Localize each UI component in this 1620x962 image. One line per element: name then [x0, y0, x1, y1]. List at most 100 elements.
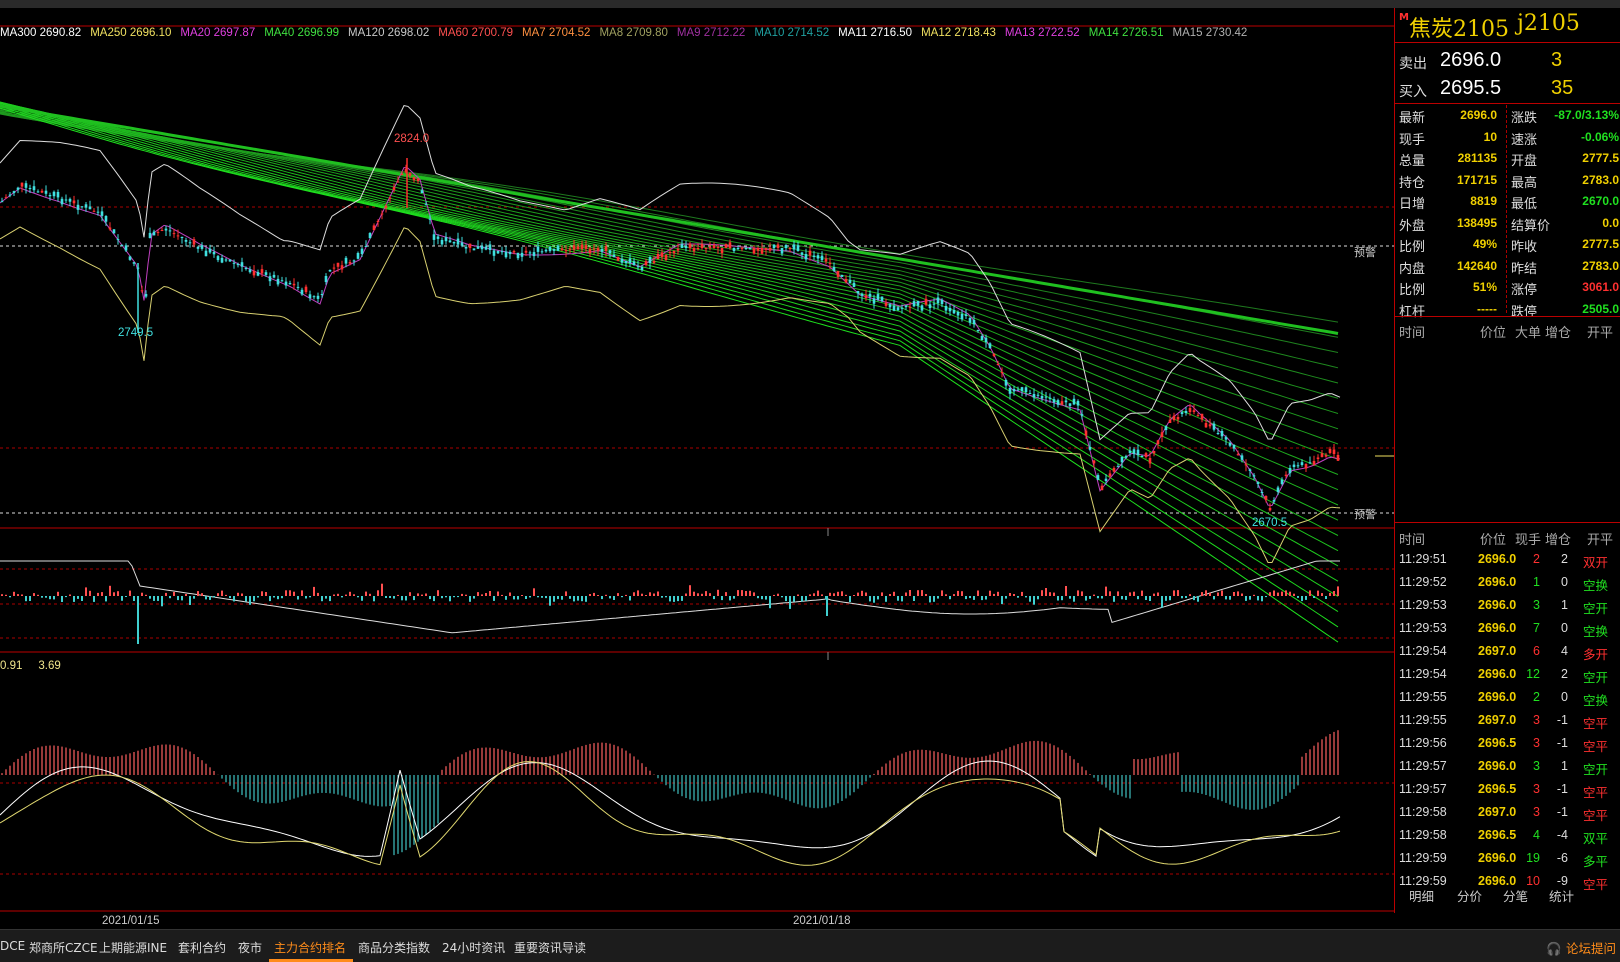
- tab-main-contract-ranking[interactable]: 主力合约排名: [274, 939, 346, 956]
- quote-value: 2783.0: [1582, 172, 1619, 187]
- buy-row[interactable]: 买入 2695.5 35: [1395, 75, 1620, 103]
- candle-body: [680, 244, 684, 248]
- tick-type: 多开: [1583, 648, 1609, 662]
- forum-ask-link[interactable]: 🎧 论坛提问: [1546, 938, 1616, 957]
- candle-body: [828, 263, 832, 264]
- volume-bar: [409, 592, 411, 596]
- volume-bar: [165, 592, 167, 596]
- ma-legend-item: MA7 2704.52: [522, 27, 591, 39]
- ma-legend-item: MA8 2709.80: [599, 27, 668, 39]
- tick-row[interactable]: 11:29:59 2696.0 19 -6 多平: [1395, 847, 1620, 870]
- volume-bar: [509, 592, 511, 596]
- candle-body: [896, 307, 900, 311]
- candle-body: [260, 269, 264, 274]
- volume-bar: [521, 595, 523, 596]
- candle-body: [432, 234, 436, 240]
- tab-dce[interactable]: DCE: [0, 939, 25, 953]
- tick-row[interactable]: 11:29:56 2696.5 3 -1 空平: [1395, 732, 1620, 755]
- tab-ine[interactable]: 上期能源INE: [99, 939, 167, 956]
- tick-row[interactable]: 11:29:57 2696.0 3 1 空开: [1395, 755, 1620, 778]
- candle-body: [468, 243, 472, 248]
- tab-czce[interactable]: 郑商所CZCE: [29, 939, 98, 956]
- volume-bar: [1197, 596, 1199, 602]
- volume-bar: [1005, 596, 1007, 599]
- candle-body: [1148, 458, 1152, 464]
- quote-label: 总量: [1399, 154, 1426, 169]
- tick-row[interactable]: 11:29:58 2696.5 4 -4 双平: [1395, 824, 1620, 847]
- contract-title[interactable]: M 焦炭2105 j2105: [1395, 8, 1620, 43]
- volume-bar: [625, 594, 627, 596]
- volume-bar: [1037, 596, 1039, 600]
- candle-body: [512, 251, 516, 253]
- volume-bar: [393, 596, 395, 599]
- tick-row[interactable]: 11:29:57 2696.5 3 -1 空平: [1395, 778, 1620, 801]
- volume-bar: [1085, 596, 1087, 601]
- volume-bar: [261, 591, 263, 596]
- candle-body: [576, 246, 580, 250]
- candle-body: [860, 293, 864, 296]
- tick-row[interactable]: 11:29:53 2696.0 7 0 空换: [1395, 617, 1620, 640]
- tab-commodity-index[interactable]: 商品分类指数: [358, 939, 430, 956]
- kline-chart-area[interactable]: [0, 8, 1394, 913]
- candle-body: [416, 178, 420, 181]
- quote-label: 最低: [1511, 197, 1538, 212]
- moving-average-legend: MA300 2690.82 MA250 2696.10 MA20 2697.87 MA…: [0, 27, 1256, 43]
- ma-legend-item: MA13 2722.52: [1004, 27, 1080, 39]
- tick-row[interactable]: 11:29:54 2696.0 12 2 空开: [1395, 663, 1620, 686]
- volume-bar: [641, 593, 643, 596]
- candle-body: [804, 254, 808, 260]
- tick-row[interactable]: 11:29:55 2696.0 2 0 空换: [1395, 686, 1620, 709]
- candle-body: [108, 227, 112, 230]
- volume-bar: [9, 596, 11, 598]
- candle-body: [1292, 464, 1296, 467]
- volume-bar: [297, 596, 299, 600]
- volume-bar: [281, 596, 283, 599]
- tick-row[interactable]: 11:29:51 2696.0 2 2 双开: [1395, 548, 1620, 571]
- tick-row[interactable]: 11:29:58 2697.0 3 -1 空平: [1395, 801, 1620, 824]
- candle-body: [412, 177, 416, 181]
- tick-row[interactable]: 11:29:52 2696.0 1 0 空换: [1395, 571, 1620, 594]
- quote-label: 速涨: [1511, 132, 1538, 148]
- candle-body: [400, 174, 404, 175]
- volume-bar: [913, 596, 915, 601]
- tab-night-market[interactable]: 夜市: [238, 939, 262, 956]
- volume-bar: [1081, 591, 1083, 596]
- tab-price-distribution[interactable]: 分价: [1457, 886, 1482, 905]
- tab-arbitrage[interactable]: 套利合约: [178, 939, 226, 956]
- candle-body: [916, 301, 920, 306]
- tick-row[interactable]: 11:29:53 2696.0 3 1 空开: [1395, 594, 1620, 617]
- tab-key-news[interactable]: 重要资讯导读: [514, 939, 586, 956]
- tick-row[interactable]: 11:29:54 2697.0 6 4 多开: [1395, 640, 1620, 663]
- sell-row[interactable]: 卖出 2696.0 3: [1395, 47, 1620, 75]
- volume-bar: [1241, 593, 1243, 596]
- candle-body: [372, 225, 376, 230]
- tick-row[interactable]: 11:29:55 2697.0 3 -1 空平: [1395, 709, 1620, 732]
- tab-tick[interactable]: 分笔: [1503, 886, 1528, 905]
- candle-body: [392, 187, 396, 190]
- quote-value: 138495: [1456, 215, 1497, 230]
- candle-body: [928, 304, 932, 308]
- tab-statistics[interactable]: 统计: [1549, 886, 1574, 905]
- volume-bar: [589, 594, 591, 596]
- tick-price: 2697.0: [1478, 644, 1517, 658]
- candle-body: [704, 248, 708, 249]
- candle-body: [700, 244, 704, 248]
- volume-bar: [1189, 594, 1191, 596]
- quote-label: 涨跌: [1511, 111, 1538, 126]
- tick-change: 2: [1561, 667, 1568, 681]
- volume-bar: [33, 593, 35, 596]
- candle-body: [792, 244, 796, 250]
- tick-volume: 4: [1533, 828, 1540, 842]
- tab-detail[interactable]: 明细: [1409, 886, 1434, 905]
- candle-body: [588, 248, 592, 254]
- quote-value: -0.06%: [1580, 129, 1619, 144]
- volume-bar: [1133, 591, 1135, 596]
- tab-24h-news[interactable]: 24小时资讯: [442, 939, 505, 956]
- top-strip: [0, 0, 1620, 8]
- candle-body: [988, 343, 992, 348]
- kline-chart-svg[interactable]: [0, 8, 1394, 913]
- candle-body: [28, 188, 32, 189]
- volume-bar: [777, 593, 779, 596]
- volume-bar: [205, 596, 207, 600]
- low-price-label-left: 2749.5: [118, 327, 154, 339]
